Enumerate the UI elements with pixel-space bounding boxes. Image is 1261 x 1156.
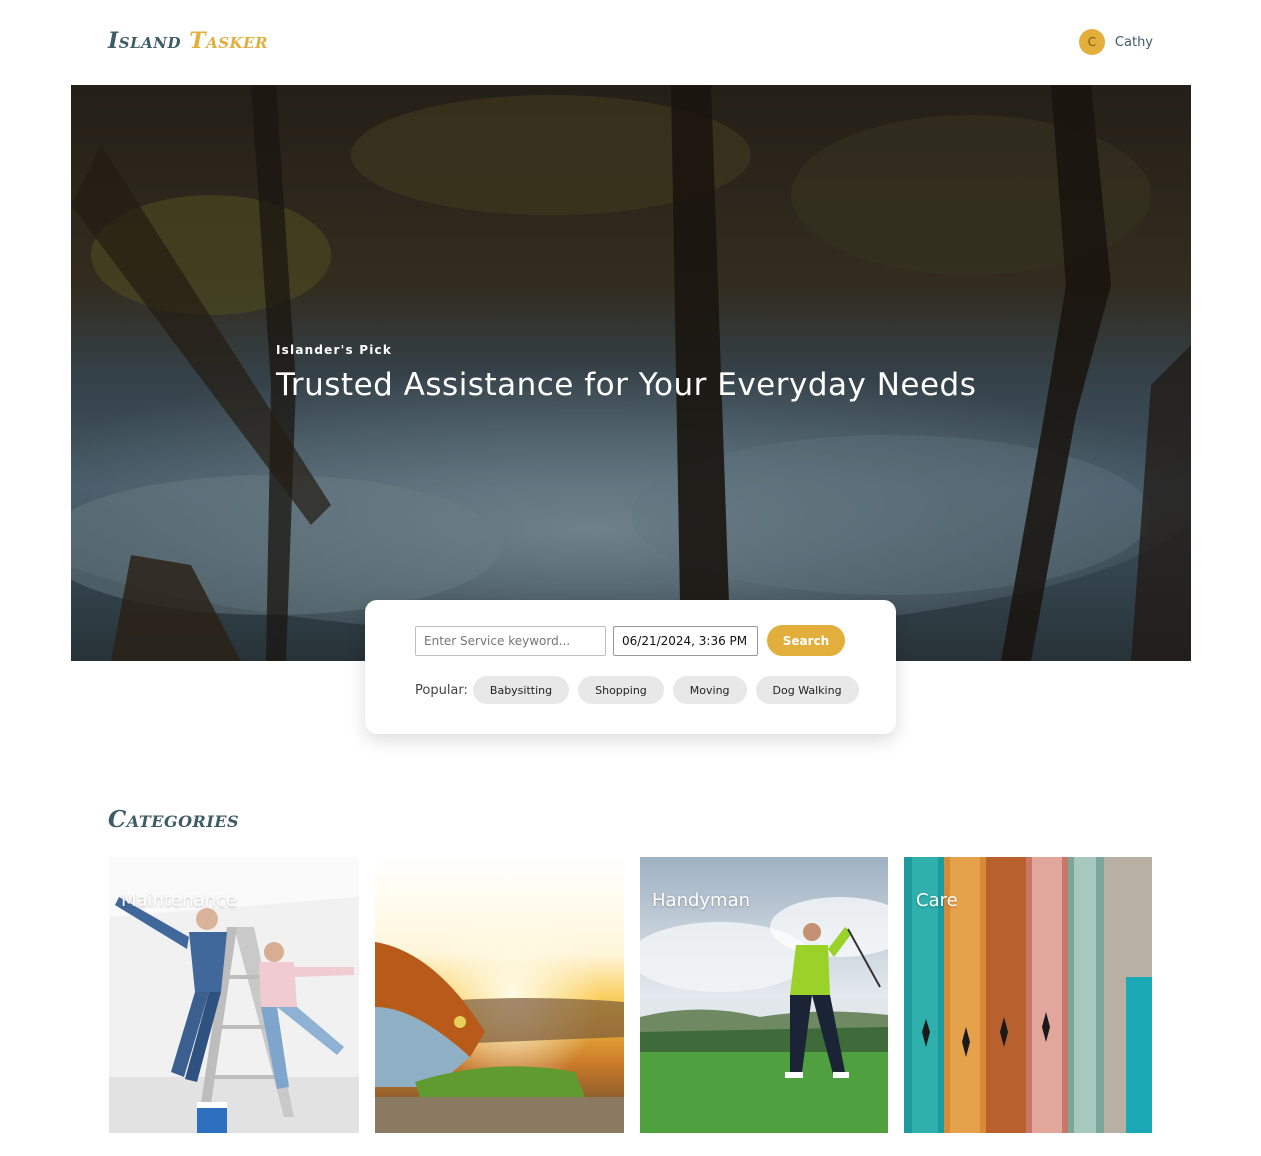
tent-sunset-image (375, 857, 624, 1133)
logo[interactable]: Island Tasker (108, 28, 268, 54)
popular-tag-moving[interactable]: Moving (672, 676, 747, 704)
category-cards: Maintenance Handyman Care (109, 857, 1152, 1133)
category-card-handyman[interactable]: Handyman (640, 857, 888, 1133)
category-label: Maintenance (121, 890, 237, 911)
site-header: Island Tasker C Cathy (0, 0, 1261, 85)
search-card: 06/21/2024, 3:36 PM Search Popular: Baby… (365, 600, 896, 734)
user-avatar-icon: C (1078, 29, 1105, 55)
category-card-care[interactable]: Care (904, 857, 1152, 1133)
hero-title: Trusted Assistance for Your Everyday Nee… (276, 367, 977, 403)
logo-word-tasker: Tasker (189, 28, 268, 54)
datetime-input[interactable]: 06/21/2024, 3:36 PM (613, 626, 758, 656)
popular-label: Popular: (415, 682, 468, 698)
hero-kicker: Islander's Pick (276, 343, 393, 357)
logo-word-island: Island (108, 28, 182, 54)
service-keyword-input[interactable] (415, 626, 606, 656)
user-name: Cathy (1114, 34, 1153, 50)
categories-heading: Categories (108, 806, 240, 833)
user-menu[interactable]: C Cathy (1078, 29, 1153, 55)
popular-tag-babysitting[interactable]: Babysitting (472, 676, 570, 704)
popular-tag-shopping[interactable]: Shopping (578, 676, 664, 704)
search-button[interactable]: Search (767, 625, 845, 656)
hero-banner: Islander's Pick Trusted Assistance for Y… (71, 85, 1191, 661)
category-card-outdoor[interactable] (375, 857, 624, 1133)
category-label: Care (916, 890, 958, 911)
category-card-maintenance[interactable]: Maintenance (109, 857, 359, 1133)
popular-tags: Popular: Babysitting Shopping Moving Dog… (415, 676, 859, 704)
popular-tag-dog-walking[interactable]: Dog Walking (755, 676, 859, 704)
category-label: Handyman (652, 890, 751, 911)
